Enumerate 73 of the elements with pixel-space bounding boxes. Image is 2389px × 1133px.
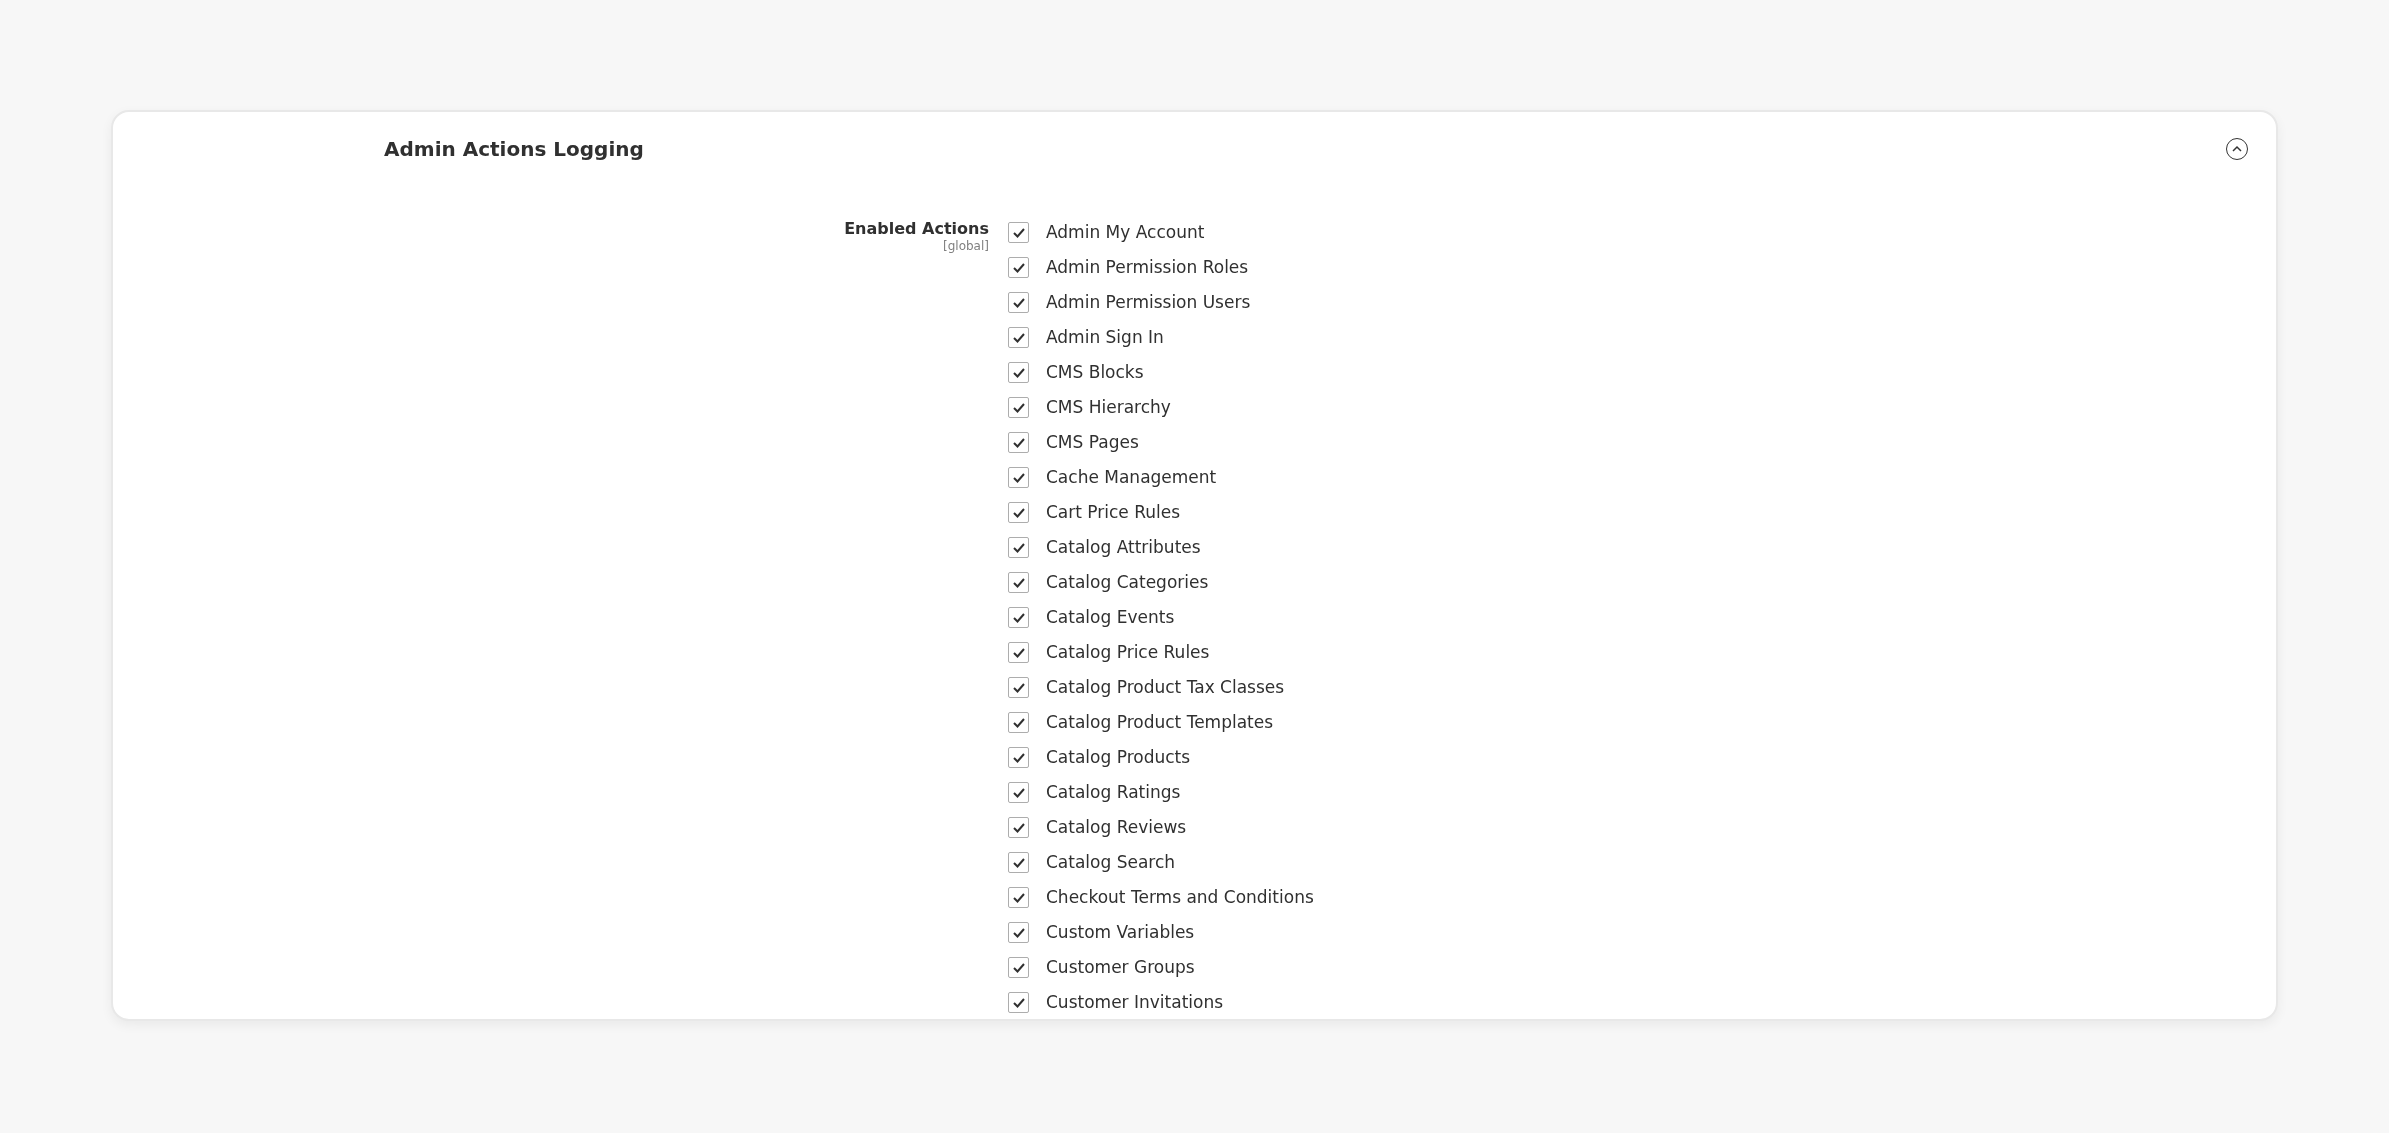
check-icon <box>1011 401 1026 414</box>
checkbox[interactable] <box>1008 537 1029 558</box>
checkbox[interactable] <box>1008 992 1029 1013</box>
checkbox-label: Customer Groups <box>1046 955 1195 979</box>
checkbox[interactable] <box>1008 747 1029 768</box>
checkbox-label: Admin Sign In <box>1046 325 1164 349</box>
checkbox[interactable] <box>1008 467 1029 488</box>
checkbox-label: Admin Permission Roles <box>1046 255 1249 279</box>
checkbox-label: Customer Invitations <box>1046 990 1224 1014</box>
check-icon <box>1011 856 1026 869</box>
field-label: Enabled Actions <box>844 219 989 239</box>
checkbox-label: Catalog Events <box>1046 605 1175 629</box>
checkbox-label: Catalog Products <box>1046 745 1191 769</box>
scope-label: [global] <box>943 239 989 253</box>
check-icon <box>1011 541 1026 554</box>
checkbox[interactable] <box>1008 222 1029 243</box>
check-icon <box>1011 611 1026 624</box>
checkbox[interactable] <box>1008 642 1029 663</box>
check-icon <box>1011 646 1026 659</box>
checkbox[interactable] <box>1008 432 1029 453</box>
check-icon <box>1011 471 1026 484</box>
check-icon <box>1011 716 1026 729</box>
check-icon <box>1011 751 1026 764</box>
checkbox[interactable] <box>1008 852 1029 873</box>
checkbox[interactable] <box>1008 817 1029 838</box>
checkbox-label: Catalog Attributes <box>1046 535 1201 559</box>
checkbox-label: CMS Blocks <box>1046 360 1144 384</box>
checkbox-label: Catalog Reviews <box>1046 815 1187 839</box>
check-icon <box>1011 436 1026 449</box>
checkbox[interactable] <box>1008 397 1029 418</box>
checkbox[interactable] <box>1008 782 1029 803</box>
checkbox[interactable] <box>1008 922 1029 943</box>
checkbox-label: Custom Variables <box>1046 920 1195 944</box>
checkbox[interactable] <box>1008 957 1029 978</box>
checkbox-label: Admin Permission Users <box>1046 290 1251 314</box>
caret-icon <box>2231 145 2243 153</box>
check-icon <box>1011 366 1026 379</box>
check-icon <box>1011 681 1026 694</box>
check-icon <box>1011 226 1026 239</box>
check-icon <box>1011 506 1026 519</box>
check-icon <box>1011 926 1026 939</box>
checkbox-label: Cache Management <box>1046 465 1217 489</box>
check-icon <box>1011 786 1026 799</box>
check-icon <box>1011 891 1026 904</box>
checkbox[interactable] <box>1008 887 1029 908</box>
checkbox-label: Checkout Terms and Conditions <box>1046 885 1314 909</box>
checkbox-label: Catalog Price Rules <box>1046 640 1210 664</box>
check-icon <box>1011 821 1026 834</box>
checkbox-label: Cart Price Rules <box>1046 500 1181 524</box>
checkbox-label: Admin My Account <box>1046 220 1205 244</box>
checkbox[interactable] <box>1008 257 1029 278</box>
checkbox[interactable] <box>1008 677 1029 698</box>
checkbox-label: Catalog Search <box>1046 850 1176 874</box>
checkbox[interactable] <box>1008 362 1029 383</box>
check-icon <box>1011 331 1026 344</box>
check-icon <box>1011 961 1026 974</box>
checkbox[interactable] <box>1008 327 1029 348</box>
checkbox-label: CMS Hierarchy <box>1046 395 1171 419</box>
checkbox[interactable] <box>1008 607 1029 628</box>
checkbox-label: Catalog Ratings <box>1046 780 1181 804</box>
checkbox[interactable] <box>1008 572 1029 593</box>
section-title: Admin Actions Logging <box>384 136 644 163</box>
checkbox-label: Catalog Categories <box>1046 570 1209 594</box>
checkbox[interactable] <box>1008 292 1029 313</box>
checkbox-label: CMS Pages <box>1046 430 1139 454</box>
checkbox[interactable] <box>1008 712 1029 733</box>
check-icon <box>1011 996 1026 1009</box>
check-icon <box>1011 296 1026 309</box>
checkbox-label: Catalog Product Tax Classes <box>1046 675 1285 699</box>
check-icon <box>1011 261 1026 274</box>
check-icon <box>1011 576 1026 589</box>
checkbox[interactable] <box>1008 502 1029 523</box>
checkbox-label: Catalog Product Templates <box>1046 710 1274 734</box>
